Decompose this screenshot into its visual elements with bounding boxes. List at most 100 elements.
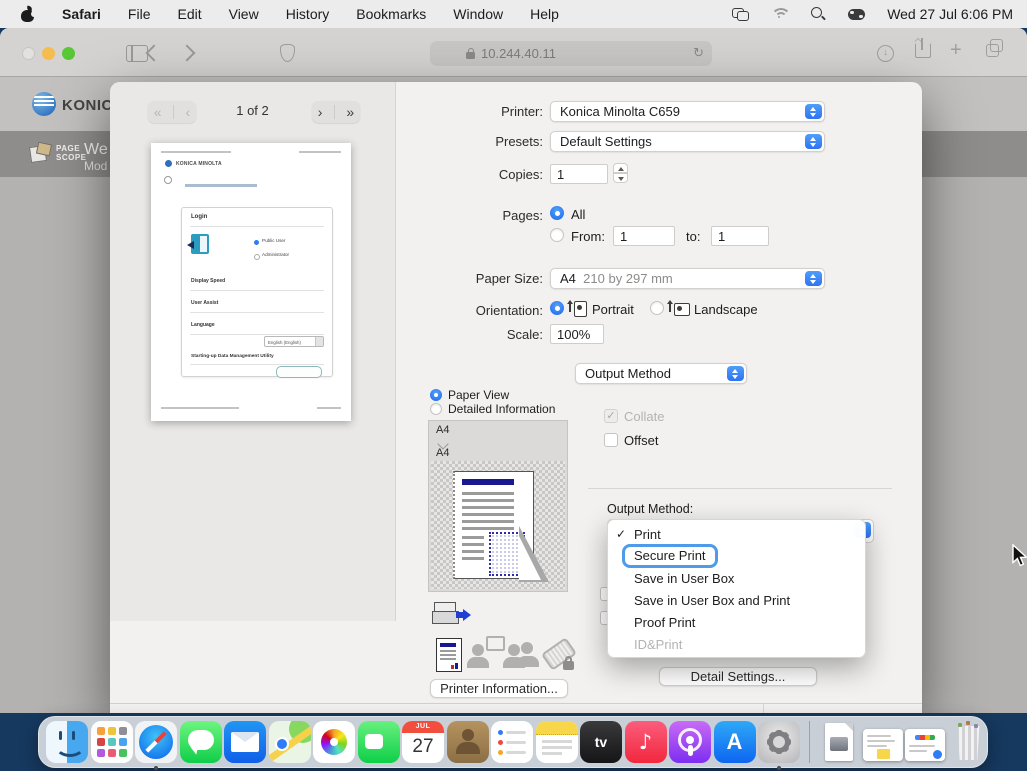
url-text: 10.244.40.11 bbox=[481, 46, 556, 61]
dock-contacts[interactable] bbox=[447, 721, 489, 763]
screen-mirroring-icon[interactable] bbox=[732, 8, 749, 21]
menu-view[interactable]: View bbox=[229, 6, 259, 22]
downloads-icon[interactable]: ↓ bbox=[877, 45, 894, 62]
last-page-button[interactable]: » bbox=[346, 104, 354, 120]
dock-mail[interactable] bbox=[224, 721, 266, 763]
thumb-login-card: Login Public User Administrator Display … bbox=[181, 207, 333, 377]
page-nav-forward-group[interactable]: › » bbox=[312, 101, 360, 123]
page-preview-thumbnail: KONICA MINOLTA Login Public User Adminis… bbox=[151, 143, 351, 421]
menu-history[interactable]: History bbox=[286, 6, 330, 22]
next-page-button[interactable]: › bbox=[318, 104, 323, 120]
scale-input[interactable] bbox=[550, 324, 604, 344]
offset-checkbox[interactable] bbox=[604, 433, 618, 447]
thumb-public-user-label: Public User bbox=[262, 238, 286, 243]
menu-item-secure-print[interactable]: Secure Print bbox=[608, 545, 865, 567]
dock-app-store[interactable]: A bbox=[714, 721, 756, 763]
dialog-bottom-vdivider bbox=[763, 704, 764, 713]
forward-button[interactable] bbox=[179, 45, 196, 62]
menu-app-name[interactable]: Safari bbox=[62, 6, 101, 22]
presets-popup[interactable]: Default Settings bbox=[550, 131, 825, 152]
window-zoom-button[interactable] bbox=[62, 47, 75, 60]
menu-bar-clock[interactable]: Wed 27 Jul 6:06 PM bbox=[887, 6, 1013, 22]
paper-view-radio[interactable] bbox=[430, 389, 442, 401]
lock-icon bbox=[466, 52, 475, 59]
paper-size-popup[interactable]: A4 210 by 297 mm bbox=[550, 268, 825, 289]
portrait-radio[interactable] bbox=[550, 301, 564, 315]
pages-from-label: From: bbox=[571, 229, 605, 244]
detail-settings-button[interactable]: Detail Settings... bbox=[659, 667, 817, 686]
thumb-door-icon bbox=[191, 234, 209, 254]
popup-chevrons-icon bbox=[805, 271, 822, 286]
dock-document-file[interactable] bbox=[818, 721, 860, 763]
landscape-radio[interactable] bbox=[650, 301, 664, 315]
dock-messages[interactable] bbox=[180, 721, 222, 763]
printer-popup[interactable]: Konica Minolta C659 bbox=[550, 101, 825, 122]
dock-facetime[interactable] bbox=[358, 721, 400, 763]
menu-item-save-in-user-box[interactable]: Save in User Box bbox=[608, 567, 865, 589]
menu-bookmarks[interactable]: Bookmarks bbox=[356, 6, 426, 22]
thumb-administrator-radio bbox=[254, 254, 260, 260]
menu-item-proof-print[interactable]: Proof Print bbox=[608, 611, 865, 633]
pages-all-radio[interactable] bbox=[550, 206, 564, 220]
dock-podcasts[interactable] bbox=[669, 721, 711, 763]
dock-reminders[interactable] bbox=[491, 721, 533, 763]
thumb-language-select: English (English) bbox=[264, 336, 324, 347]
thumb-user-assist: User Assist bbox=[191, 300, 218, 306]
output-method-menu: ✓ Print Secure Print Save in User Box Sa… bbox=[607, 519, 866, 658]
thumb-login-heading: Login bbox=[191, 214, 207, 220]
dock-launchpad[interactable] bbox=[91, 721, 133, 763]
detailed-information-radio[interactable] bbox=[430, 403, 442, 415]
control-center-icon[interactable] bbox=[848, 9, 865, 20]
dock-tv[interactable]: tv bbox=[580, 721, 622, 763]
dock-notes[interactable] bbox=[536, 721, 578, 763]
menu-item-save-in-user-box-and-print[interactable]: Save in User Box and Print bbox=[608, 589, 865, 611]
orientation-label: Orientation: bbox=[395, 303, 543, 318]
thumb-brand: KONICA MINOLTA bbox=[176, 161, 222, 167]
printer-information-button[interactable]: Printer Information... bbox=[430, 679, 568, 698]
dock-calendar[interactable]: JUL 27 bbox=[402, 721, 444, 763]
apple-menu-icon[interactable] bbox=[20, 6, 35, 22]
dock-minimized-window[interactable] bbox=[863, 729, 903, 761]
pages-from-input[interactable] bbox=[613, 226, 675, 246]
menu-item-print[interactable]: ✓ Print bbox=[608, 523, 865, 545]
previous-page-button[interactable]: ‹ bbox=[186, 104, 191, 120]
dock-finder[interactable] bbox=[46, 721, 88, 763]
dock-maps[interactable] bbox=[269, 721, 311, 763]
copies-input[interactable] bbox=[550, 164, 608, 184]
page-nav-back-group[interactable]: « ‹ bbox=[148, 101, 196, 123]
dock-safari[interactable] bbox=[135, 721, 177, 763]
wifi-icon[interactable] bbox=[771, 8, 789, 21]
user-icon-disabled bbox=[472, 644, 484, 656]
tab-overview-icon[interactable] bbox=[986, 44, 999, 57]
first-page-button[interactable]: « bbox=[154, 104, 162, 120]
pages-to-input[interactable] bbox=[711, 226, 769, 246]
menu-file[interactable]: File bbox=[128, 6, 151, 22]
dock-photos[interactable] bbox=[313, 721, 355, 763]
window-close-button[interactable] bbox=[22, 47, 35, 60]
back-button[interactable] bbox=[146, 45, 163, 62]
pages-range-radio[interactable] bbox=[550, 228, 564, 242]
dock-music[interactable]: ♪ bbox=[625, 721, 667, 763]
copies-stepper[interactable] bbox=[613, 163, 628, 184]
menu-window[interactable]: Window bbox=[453, 6, 503, 22]
menu-edit[interactable]: Edit bbox=[177, 6, 201, 22]
dock-system-preferences[interactable] bbox=[758, 721, 800, 763]
menu-help[interactable]: Help bbox=[530, 6, 559, 22]
new-tab-icon[interactable]: + bbox=[950, 39, 962, 62]
popup-chevrons-icon bbox=[805, 104, 822, 119]
privacy-shield-icon[interactable] bbox=[280, 44, 295, 62]
preview-pane: « ‹ 1 of 2 › » KONICA MINOLTA Login bbox=[110, 82, 396, 621]
window-minimize-button[interactable] bbox=[42, 47, 55, 60]
printer-transfer-icon bbox=[432, 602, 470, 630]
address-bar[interactable]: 10.244.40.11 ↻ bbox=[430, 41, 712, 66]
reload-icon[interactable]: ↻ bbox=[693, 46, 704, 61]
collate-checkbox: ✓ bbox=[604, 409, 618, 423]
dock-trash[interactable] bbox=[948, 721, 990, 763]
sidebar-toggle-icon[interactable] bbox=[126, 45, 148, 62]
pane-selector-popup[interactable]: Output Method bbox=[575, 363, 747, 384]
scale-label: Scale: bbox=[395, 327, 543, 342]
share-icon[interactable] bbox=[915, 43, 931, 58]
spotlight-icon[interactable] bbox=[811, 7, 826, 22]
calendar-day: 27 bbox=[402, 733, 444, 761]
dock-minimized-safari-window[interactable] bbox=[905, 729, 945, 761]
